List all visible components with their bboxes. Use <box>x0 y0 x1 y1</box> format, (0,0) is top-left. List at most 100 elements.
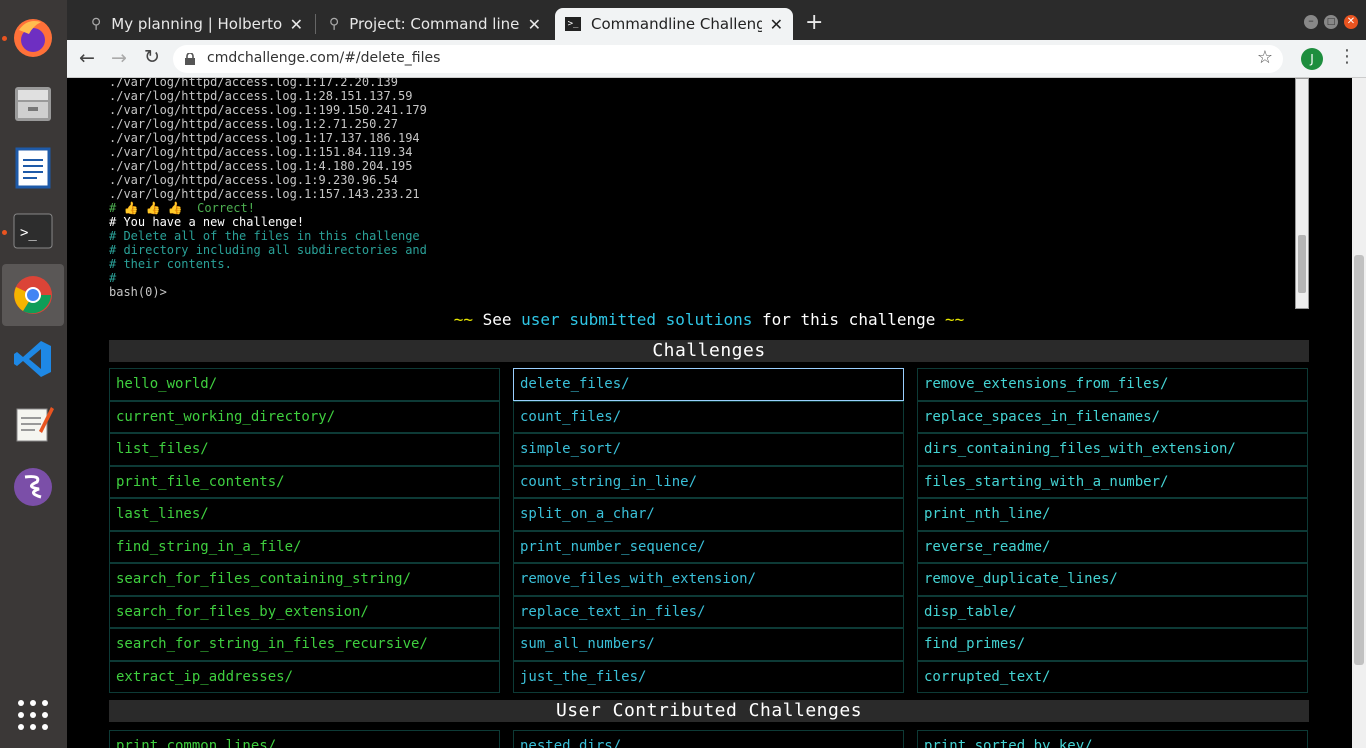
user-challenge-link[interactable]: print_common_lines/ <box>109 730 500 748</box>
output-line: ./var/log/httpd/access.log.1:199.150.241… <box>109 103 427 117</box>
terminal-scrollbar[interactable] <box>1295 78 1309 309</box>
challenge-link[interactable]: dirs_containing_files_with_extension/ <box>917 433 1308 466</box>
challenge-link[interactable]: count_files/ <box>513 400 904 433</box>
close-icon[interactable]: ✕ <box>290 15 303 34</box>
holberton-favicon-icon: ⚲ <box>91 16 102 32</box>
solutions-banner: ~~ See user submitted solutions for this… <box>109 310 1309 329</box>
output-line: ./var/log/httpd/access.log.1:28.151.137.… <box>109 89 413 103</box>
bookmark-star-icon[interactable]: ☆ <box>1257 47 1273 68</box>
challenge-link[interactable]: files_starting_with_a_number/ <box>917 465 1308 498</box>
tilde-decoration: ~~ <box>453 310 473 329</box>
solutions-prefix: See <box>482 310 512 329</box>
challenge-link[interactable]: just_the_files/ <box>513 660 904 693</box>
bash-prompt[interactable]: bash(0)> <box>109 285 1309 299</box>
terminal-scrollbar-thumb[interactable] <box>1298 235 1306 293</box>
text-editor-icon[interactable] <box>2 392 64 454</box>
challenge-link[interactable]: reverse_readme/ <box>917 530 1308 563</box>
writer-icon[interactable] <box>2 136 64 198</box>
page-scrollbar-thumb[interactable] <box>1354 255 1364 665</box>
challenge-link[interactable]: print_nth_line/ <box>917 498 1308 531</box>
output-line: ./var/log/httpd/access.log.1:4.180.204.1… <box>109 159 413 173</box>
solutions-suffix: for this challenge <box>761 310 936 329</box>
address-bar[interactable]: cmdchallenge.com/#/delete_files ☆ <box>173 45 1283 73</box>
tab-title: Project: Command line fo <box>349 15 520 33</box>
close-icon[interactable]: ✕ <box>770 15 783 34</box>
tab-bar: ⚲ My planning | Holberton I ✕ ⚲ Project:… <box>67 0 1366 40</box>
tab-title: Commandline Challenge <box>591 15 762 33</box>
challenge-link[interactable]: search_for_files_containing_string/ <box>109 563 500 596</box>
user-challenge-link[interactable]: print_sorted_by_key/ <box>917 730 1308 748</box>
tab-separator <box>315 14 316 34</box>
user-solutions-link[interactable]: user submitted solutions <box>521 310 752 329</box>
close-icon[interactable]: ✕ <box>528 15 541 34</box>
challenge-link[interactable]: remove_files_with_extension/ <box>513 563 904 596</box>
challenge-link[interactable]: split_on_a_char/ <box>513 498 904 531</box>
challenge-link[interactable]: list_files/ <box>109 433 500 466</box>
challenge-link[interactable]: sum_all_numbers/ <box>513 628 904 661</box>
challenge-link[interactable]: find_string_in_a_file/ <box>109 530 500 563</box>
challenge-link[interactable]: replace_spaces_in_filenames/ <box>917 400 1308 433</box>
page-scrollbar[interactable] <box>1352 78 1366 748</box>
challenge-link[interactable]: print_file_contents/ <box>109 465 500 498</box>
challenge-description: # <box>109 271 117 285</box>
svg-text:>_: >_ <box>20 225 37 241</box>
new-challenge-message: # You have a new challenge! <box>109 215 305 229</box>
browser-toolbar: ← → ↻ cmdchallenge.com/#/delete_files ☆ … <box>67 40 1366 78</box>
output-line: ./var/log/httpd/access.log.1:17.2.20.139 <box>109 78 398 89</box>
challenge-link[interactable]: print_number_sequence/ <box>513 530 904 563</box>
user-challenges-grid: print_common_lines/ nested_dirs/ print_s… <box>109 730 1309 748</box>
user-contributed-heading: User Contributed Challenges <box>109 700 1309 722</box>
challenge-link[interactable]: simple_sort/ <box>513 433 904 466</box>
terminal-output[interactable]: ./var/log/httpd/access.log.1:17.2.20.139… <box>109 78 1309 309</box>
challenge-link[interactable]: current_working_directory/ <box>109 400 500 433</box>
challenge-link[interactable]: last_lines/ <box>109 498 500 531</box>
forward-icon[interactable]: → <box>111 47 127 69</box>
output-line: ./var/log/httpd/access.log.1:17.137.186.… <box>109 131 420 145</box>
holberton-favicon-icon: ⚲ <box>329 16 340 32</box>
challenge-description: # Delete all of the files in this challe… <box>109 229 420 243</box>
challenge-description: # their contents. <box>109 257 232 271</box>
profile-avatar[interactable]: J <box>1301 48 1323 70</box>
files-icon[interactable] <box>2 72 64 134</box>
ubuntu-dock: >_ <box>0 0 67 748</box>
url-text: cmdchallenge.com/#/delete_files <box>207 50 441 66</box>
reload-icon[interactable]: ↻ <box>144 46 160 68</box>
output-line: ./var/log/httpd/access.log.1:2.71.250.27 <box>109 117 398 131</box>
tab-project[interactable]: ⚲ Project: Command line fo ✕ <box>319 8 551 40</box>
tab-commandline-challenge[interactable]: >_ Commandline Challenge ✕ <box>555 8 793 40</box>
challenges-grid: hello_world/ delete_files/ remove_extens… <box>109 368 1309 693</box>
challenge-link[interactable]: extract_ip_addresses/ <box>109 660 500 693</box>
page-content: ./var/log/httpd/access.log.1:17.2.20.139… <box>67 78 1366 748</box>
tab-my-planning[interactable]: ⚲ My planning | Holberton I ✕ <box>81 8 313 40</box>
user-challenge-link[interactable]: nested_dirs/ <box>513 730 904 748</box>
back-icon[interactable]: ← <box>79 47 95 69</box>
new-tab-icon[interactable]: + <box>805 10 823 35</box>
terminal-icon[interactable]: >_ <box>2 200 64 262</box>
minimize-icon[interactable]: – <box>1304 15 1318 29</box>
challenge-link[interactable]: count_string_in_line/ <box>513 465 904 498</box>
challenge-link-active[interactable]: delete_files/ <box>513 368 904 401</box>
chrome-icon[interactable] <box>2 264 64 326</box>
challenge-link[interactable]: hello_world/ <box>109 368 500 401</box>
output-line: ./var/log/httpd/access.log.1:9.230.96.54 <box>109 173 398 187</box>
challenge-link[interactable]: search_for_string_in_files_recursive/ <box>109 628 500 661</box>
challenge-link[interactable]: remove_duplicate_lines/ <box>917 563 1308 596</box>
challenge-link[interactable]: corrupted_text/ <box>917 660 1308 693</box>
maximize-icon[interactable]: □ <box>1324 15 1338 29</box>
firefox-icon[interactable] <box>2 7 64 69</box>
challenge-link[interactable]: replace_text_in_files/ <box>513 595 904 628</box>
close-window-icon[interactable]: ✕ <box>1344 15 1358 29</box>
output-line: ./var/log/httpd/access.log.1:151.84.119.… <box>109 145 413 159</box>
correct-message: # 👍 👍 👍 Correct! <box>109 201 255 215</box>
challenge-link[interactable]: disp_table/ <box>917 595 1308 628</box>
show-applications-icon[interactable] <box>2 684 64 746</box>
challenge-description: # directory including all subdirectories… <box>109 243 427 257</box>
challenge-link[interactable]: find_primes/ <box>917 628 1308 661</box>
menu-icon[interactable]: ⋮ <box>1338 46 1356 67</box>
vscode-icon[interactable] <box>2 328 64 390</box>
challenge-link[interactable]: remove_extensions_from_files/ <box>917 368 1308 401</box>
challenge-link[interactable]: search_for_files_by_extension/ <box>109 595 500 628</box>
terminal-favicon-icon: >_ <box>565 17 581 31</box>
tab-title: My planning | Holberton I <box>111 15 282 33</box>
emacs-icon[interactable] <box>2 456 64 518</box>
